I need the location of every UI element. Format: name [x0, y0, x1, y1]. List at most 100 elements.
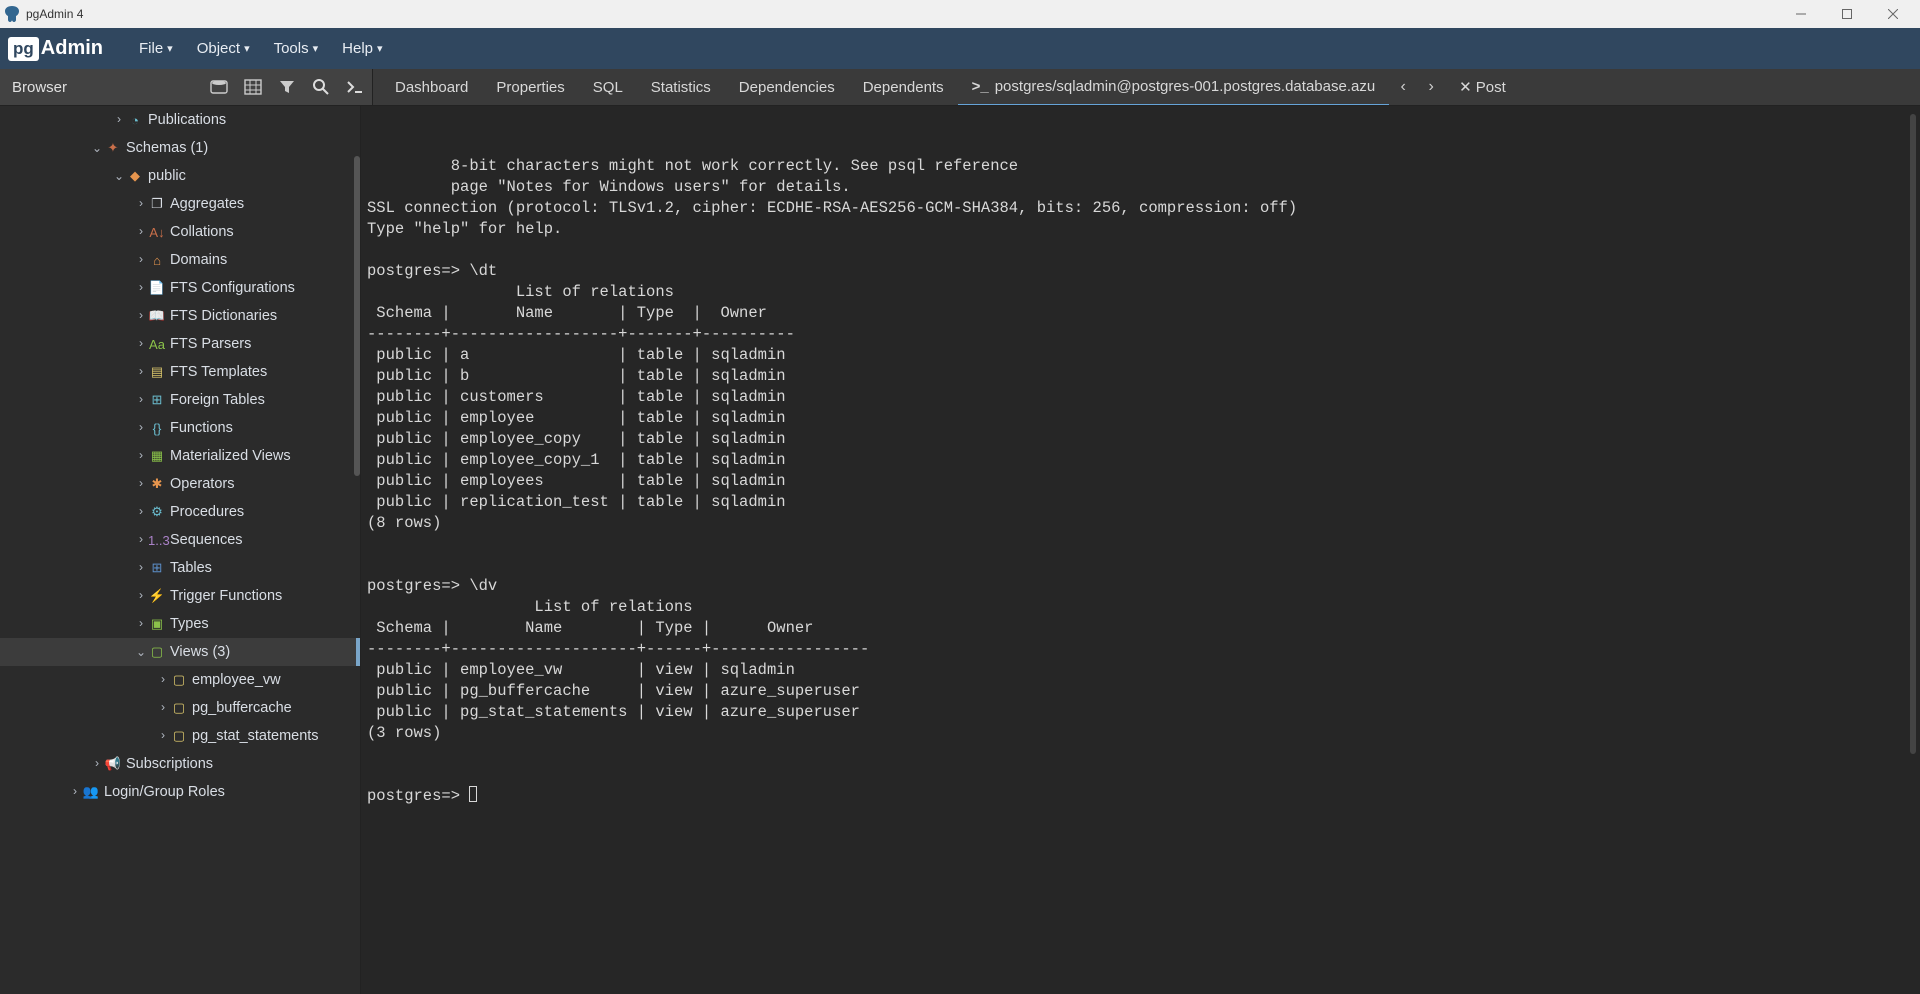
tree-scrollbar[interactable]	[354, 156, 360, 476]
tree-node-icon: ✦	[104, 140, 122, 156]
tree-node-label: FTS Configurations	[170, 280, 295, 296]
tree-node[interactable]: ›⊞Foreign Tables	[0, 386, 360, 414]
tree-node-label: pg_stat_statements	[192, 728, 319, 744]
tree-node-label: Subscriptions	[126, 756, 213, 772]
tabs-scroll-left[interactable]: ‹	[1389, 69, 1417, 105]
tree-node-icon: ▦	[148, 448, 166, 464]
object-browser-tree[interactable]: ›◔Publications⌄✦Schemas (1)⌄◆public›❐Agg…	[0, 106, 361, 994]
tree-node[interactable]: ›A↓Collations	[0, 218, 360, 246]
menu-tools[interactable]: Tools▾	[262, 28, 331, 69]
tree-twisty-icon[interactable]: ›	[134, 449, 148, 463]
tree-node-label: Functions	[170, 420, 233, 436]
tree-twisty-icon[interactable]: ›	[156, 729, 170, 743]
tree-node[interactable]: ⌄◆public	[0, 162, 360, 190]
tree-twisty-icon[interactable]: ›	[134, 421, 148, 435]
tree-node[interactable]: ⌄✦Schemas (1)	[0, 134, 360, 162]
tree-node[interactable]: ›✱Operators	[0, 470, 360, 498]
tree-node-icon: ▢	[170, 672, 188, 688]
tree-twisty-icon[interactable]: ›	[134, 281, 148, 295]
tree-node-icon: 📢	[104, 756, 122, 772]
browser-filter-icon[interactable]	[270, 69, 304, 105]
tree-node[interactable]: ›▢pg_stat_statements	[0, 722, 360, 750]
tree-node[interactable]: ›❐Aggregates	[0, 190, 360, 218]
tree-twisty-icon[interactable]: ›	[134, 505, 148, 519]
tree-node[interactable]: ›⚡Trigger Functions	[0, 582, 360, 610]
tree-node[interactable]: ›1..3Sequences	[0, 526, 360, 554]
menu-object[interactable]: Object▾	[185, 28, 262, 69]
menu-file[interactable]: File▾	[127, 28, 185, 69]
tree-node[interactable]: ›▤FTS Templates	[0, 358, 360, 386]
tree-node[interactable]: ›⌂Domains	[0, 246, 360, 274]
tab-dashboard[interactable]: Dashboard	[381, 69, 482, 105]
tab-psql-session[interactable]: >_postgres/sqladmin@postgres-001.postgre…	[958, 69, 1390, 105]
tree-twisty-icon[interactable]: ›	[134, 561, 148, 575]
tree-node[interactable]: ›👥Login/Group Roles	[0, 778, 360, 806]
tree-twisty-icon[interactable]: ⌄	[134, 645, 148, 660]
tab-overflow[interactable]: ✕Post	[1445, 69, 1520, 105]
psql-terminal[interactable]: 8-bit characters might not work correctl…	[361, 106, 1920, 994]
maximize-button[interactable]	[1824, 0, 1870, 28]
tree-node[interactable]: ›AaFTS Parsers	[0, 330, 360, 358]
tree-node[interactable]: ›◔Publications	[0, 106, 360, 134]
tree-node-icon: ▢	[170, 700, 188, 716]
minimize-button[interactable]	[1778, 0, 1824, 28]
tabs-scroll-right[interactable]: ›	[1417, 69, 1445, 105]
tree-twisty-icon[interactable]: ›	[134, 225, 148, 239]
browser-table-icon[interactable]	[236, 69, 270, 105]
tree-node[interactable]: ›▢employee_vw	[0, 666, 360, 694]
tab-properties[interactable]: Properties	[482, 69, 578, 105]
tree-node[interactable]: ›{}Functions	[0, 414, 360, 442]
panel-header-row: Browser Dashboard Properties SQL Statist…	[0, 69, 1920, 106]
tree-twisty-icon[interactable]: ›	[156, 701, 170, 715]
terminal-output: 8-bit characters might not work correctl…	[367, 156, 1910, 807]
tree-node-label: Foreign Tables	[170, 392, 265, 408]
tree-twisty-icon[interactable]: ›	[134, 589, 148, 603]
tree-node-label: public	[148, 168, 186, 184]
tree-node[interactable]: ⌄▢Views (3)	[0, 638, 360, 666]
tree-twisty-icon[interactable]: ›	[134, 533, 148, 547]
tree-twisty-icon[interactable]: ›	[134, 477, 148, 491]
close-button[interactable]	[1870, 0, 1916, 28]
tree-node-label: Operators	[170, 476, 234, 492]
tree-twisty-icon[interactable]: ›	[134, 393, 148, 407]
tree-node[interactable]: ›📄FTS Configurations	[0, 274, 360, 302]
tree-node[interactable]: ›⚙Procedures	[0, 498, 360, 526]
tree-twisty-icon[interactable]: ›	[134, 337, 148, 351]
tree-node[interactable]: ›▣Types	[0, 610, 360, 638]
tree-node-label: Views (3)	[170, 644, 230, 660]
tree-twisty-icon[interactable]: ›	[156, 673, 170, 687]
menu-help[interactable]: Help▾	[330, 28, 394, 69]
tree-node-icon: 📄	[148, 280, 166, 296]
tree-node[interactable]: ›▢pg_buffercache	[0, 694, 360, 722]
tree-twisty-icon[interactable]: ⌄	[90, 141, 104, 156]
tree-node[interactable]: ›⊞Tables	[0, 554, 360, 582]
tab-statistics[interactable]: Statistics	[637, 69, 725, 105]
tree-twisty-icon[interactable]: ›	[134, 309, 148, 323]
window-title: pgAdmin 4	[26, 7, 83, 21]
browser-search-icon[interactable]	[304, 69, 338, 105]
tree-node-icon: ⊞	[148, 560, 166, 576]
terminal-scrollbar[interactable]	[1910, 114, 1916, 754]
tab-dependents[interactable]: Dependents	[849, 69, 958, 105]
tree-twisty-icon[interactable]: ›	[134, 365, 148, 379]
tree-node-icon: ❐	[148, 196, 166, 212]
tree-node[interactable]: ›▦Materialized Views	[0, 442, 360, 470]
close-x-icon[interactable]: ✕	[1459, 78, 1472, 96]
tree-twisty-icon[interactable]: ›	[134, 197, 148, 211]
browser-terminal-icon[interactable]	[338, 69, 372, 105]
tree-twisty-icon[interactable]: ⌄	[112, 169, 126, 184]
tree-node-icon: ⌂	[148, 253, 166, 268]
tree-twisty-icon[interactable]: ›	[90, 757, 104, 771]
tree-node-icon: ▣	[148, 616, 166, 632]
tree-node-label: pg_buffercache	[192, 700, 292, 716]
tree-node[interactable]: ›📢Subscriptions	[0, 750, 360, 778]
tree-twisty-icon[interactable]: ›	[134, 617, 148, 631]
tab-dependencies[interactable]: Dependencies	[725, 69, 849, 105]
tree-twisty-icon[interactable]: ›	[112, 113, 126, 127]
tree-twisty-icon[interactable]: ›	[68, 785, 82, 799]
tab-sql[interactable]: SQL	[579, 69, 637, 105]
tree-node-icon: ◆	[126, 168, 144, 184]
tree-node[interactable]: ›📖FTS Dictionaries	[0, 302, 360, 330]
browser-grid-icon[interactable]	[202, 69, 236, 105]
tree-twisty-icon[interactable]: ›	[134, 253, 148, 267]
